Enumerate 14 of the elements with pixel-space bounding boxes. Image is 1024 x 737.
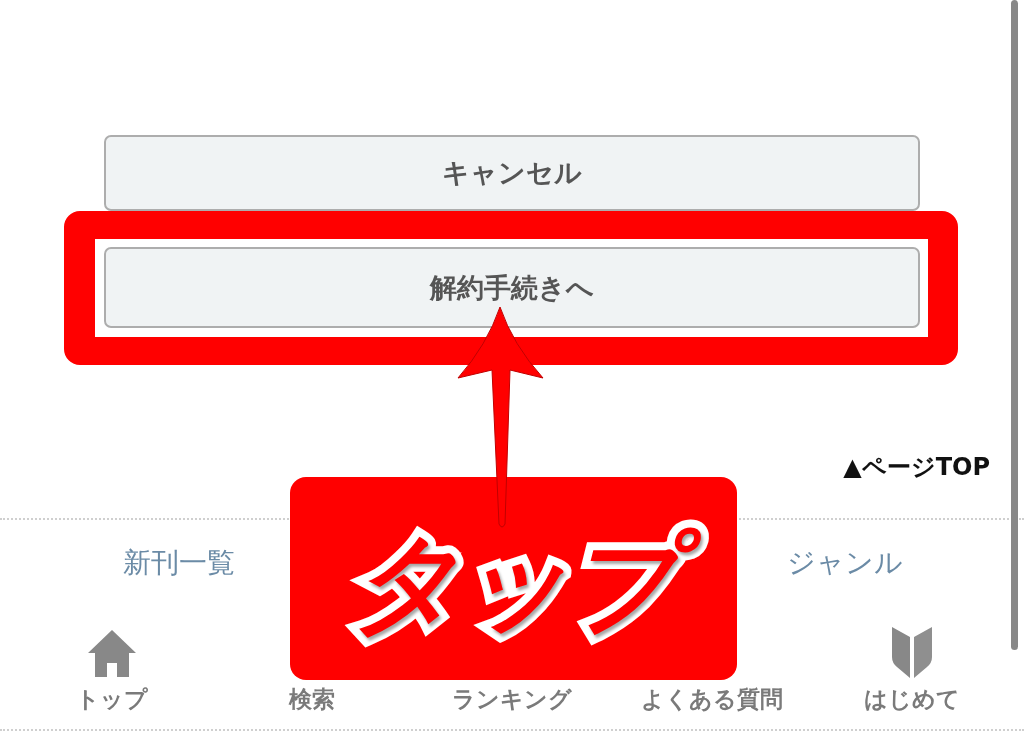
- tab-bar-label[interactable]: ランキング: [452, 684, 572, 714]
- tab-bar-label[interactable]: よくある質問: [641, 684, 783, 714]
- tab-bar-label[interactable]: はじめて: [864, 684, 960, 714]
- tab-bar-label[interactable]: 検索: [289, 684, 335, 714]
- action-button[interactable]: 解約手続きへ: [104, 247, 920, 328]
- action-button[interactable]: キャンセル: [104, 135, 920, 211]
- scrollbar[interactable]: [1011, 0, 1018, 650]
- beginner-leaf-icon: [891, 626, 933, 679]
- page-top-link[interactable]: ▲ページTOP: [843, 449, 990, 485]
- tap-callout: タップ: [290, 477, 737, 680]
- category-link[interactable]: ジャンル: [786, 544, 903, 582]
- house-icon: [87, 627, 137, 678]
- category-link[interactable]: 新刊一覧: [122, 544, 235, 582]
- tab-bar-label[interactable]: トップ: [76, 684, 148, 714]
